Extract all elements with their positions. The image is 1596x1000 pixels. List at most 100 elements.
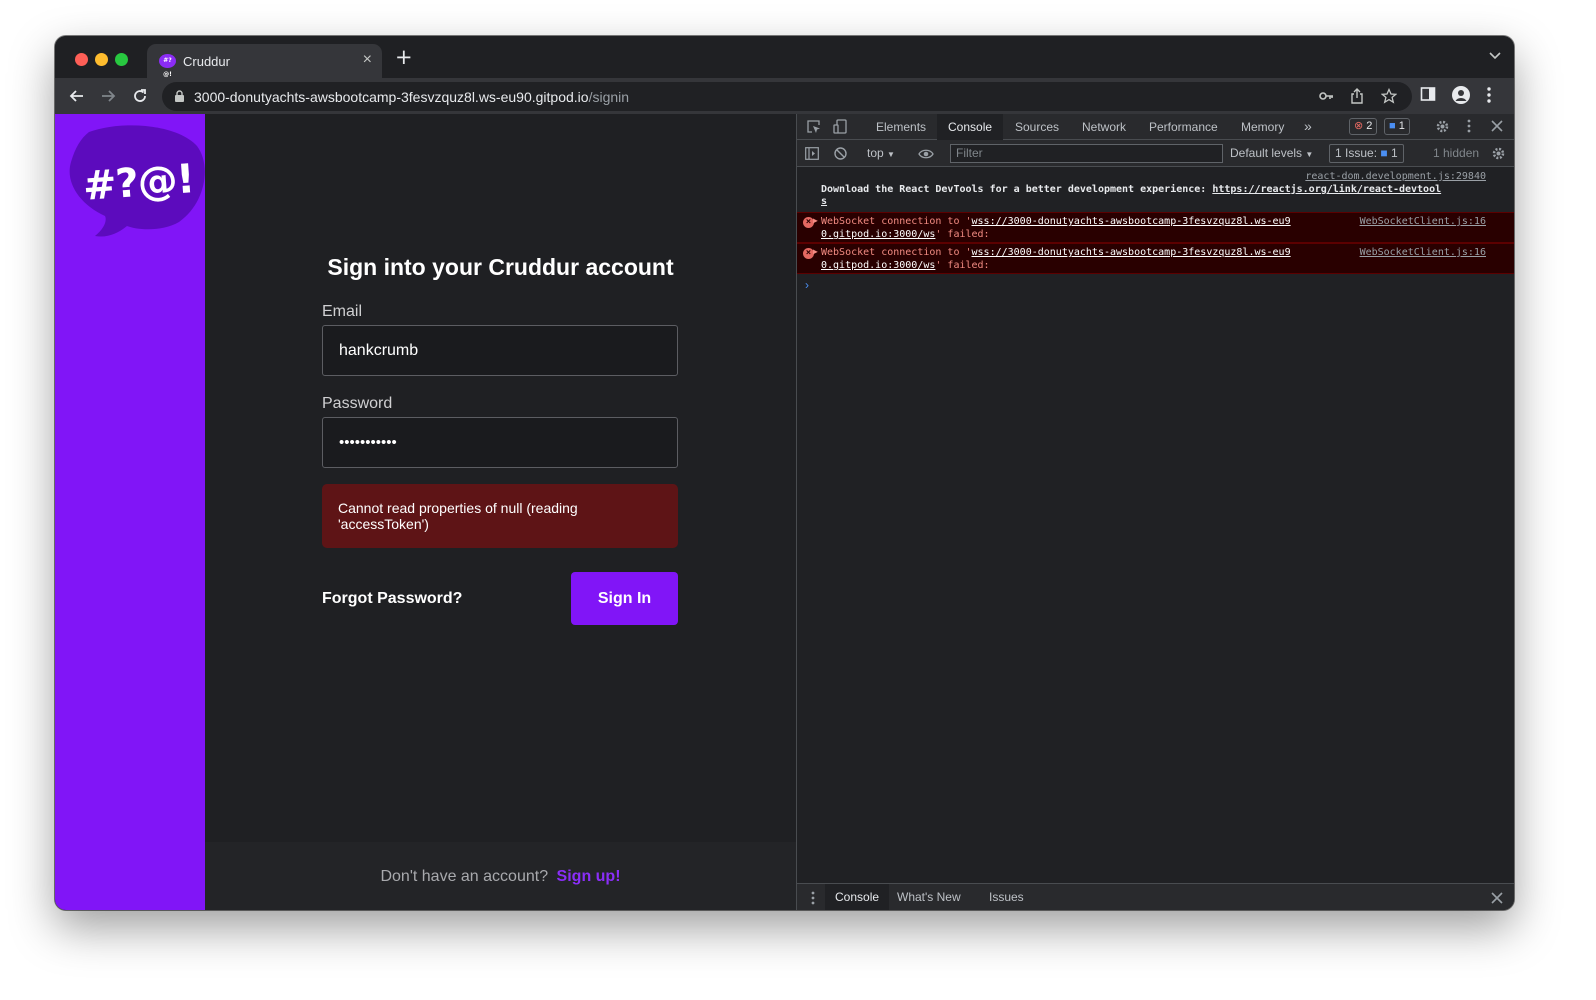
react-devtools-link[interactable]: https://reactjs.org/link/react-devtool: [1212, 184, 1441, 195]
maximize-window-button[interactable]: [115, 53, 128, 66]
console-error-message[interactable]: × ▶ WebSocket connection to 'wss://3000-…: [797, 212, 1514, 243]
cruddur-logo[interactable]: #?@!: [67, 124, 205, 242]
close-drawer-icon[interactable]: [1491, 891, 1503, 909]
log-levels-dropdown[interactable]: Default levels ▼: [1230, 146, 1313, 160]
error-text-line2: 0.gitpod.io:3000/ws' failed:: [821, 229, 990, 240]
browser-menu-icon[interactable]: [1486, 86, 1492, 109]
url-host: 3000-donutyachts-awsbootcamp-3fesvzquz8l…: [194, 89, 589, 105]
signup-link[interactable]: Sign up!: [557, 868, 621, 885]
signin-heading: Sign into your Cruddur account: [327, 254, 674, 280]
error-text-line1: WebSocket connection to 'wss://3000-donu…: [821, 216, 1291, 227]
console-settings-icon[interactable]: [1491, 146, 1506, 166]
reload-icon[interactable]: [130, 86, 150, 106]
lock-icon[interactable]: [174, 90, 185, 108]
devtools-panel: Elements Console Sources Network Perform…: [796, 114, 1514, 910]
favicon-icon: #?@!: [159, 54, 176, 78]
forgot-password-link[interactable]: Forgot Password?: [322, 590, 462, 608]
email-field[interactable]: hankcrumb: [322, 325, 678, 376]
brand-sidebar: #?@!: [55, 114, 205, 910]
ws-url-link[interactable]: wss://3000-donutyachts-awsbootcamp-3fesv…: [972, 216, 1291, 227]
key-icon[interactable]: [1318, 88, 1334, 109]
tab-sources[interactable]: Sources: [1015, 120, 1059, 134]
tab-console[interactable]: Console: [937, 114, 1004, 140]
close-tab-icon[interactable]: ×: [363, 51, 372, 69]
console-error-message[interactable]: × ▶ WebSocket connection to 'wss://3000-…: [797, 243, 1514, 274]
console-filter-input[interactable]: Filter: [950, 144, 1223, 163]
live-expression-eye-icon[interactable]: [918, 147, 934, 165]
ws-url-link[interactable]: wss://3000-donutyachts-awsbootcamp-3fesv…: [972, 247, 1291, 258]
signup-footer: Don't have an account? Sign up!: [205, 842, 796, 910]
error-source-link[interactable]: WebSocketClient.js:16: [1360, 216, 1486, 227]
info-text-line: Download the React DevTools for a better…: [821, 184, 1441, 195]
react-devtools-link-tail[interactable]: s: [821, 196, 827, 207]
web-page: #?@! Sign into your Cruddur account Emai…: [55, 114, 796, 910]
drawer-menu-icon[interactable]: [811, 891, 815, 910]
error-suffix: ' failed:: [935, 229, 990, 240]
address-bar[interactable]: 3000-donutyachts-awsbootcamp-3fesvzquz8l…: [162, 82, 1412, 111]
message-count: 1: [1398, 120, 1405, 132]
browser-toolbar: 3000-donutyachts-awsbootcamp-3fesvzquz8l…: [55, 78, 1514, 114]
settings-gear-icon[interactable]: [1435, 119, 1450, 139]
clear-console-icon[interactable]: [834, 147, 847, 165]
error-count-badge[interactable]: ⊗ 2: [1349, 118, 1378, 135]
minimize-window-button[interactable]: [95, 53, 108, 66]
inspect-element-icon[interactable]: [806, 119, 821, 139]
issues-count: 1: [1390, 146, 1398, 160]
error-message: Cannot read properties of null (reading …: [322, 484, 678, 548]
error-prefix: WebSocket connection to ': [821, 216, 972, 227]
share-icon[interactable]: [1349, 88, 1365, 109]
back-icon[interactable]: [67, 86, 87, 106]
error-source-link[interactable]: WebSocketClient.js:16: [1360, 247, 1486, 258]
console-toolbar: top ▼ Filter Default levels ▼ 1 Issue: ■…: [797, 140, 1514, 167]
ws-url-link-tail[interactable]: 0.gitpod.io:3000/ws: [821, 260, 935, 271]
tab-search-icon[interactable]: [1488, 48, 1502, 67]
devtools-drawer: Console What's New Issues: [797, 883, 1514, 910]
tab-memory[interactable]: Memory: [1241, 120, 1284, 134]
console-prompt-icon[interactable]: ›: [805, 278, 809, 292]
bookmark-star-icon[interactable]: [1380, 87, 1398, 109]
tab-elements[interactable]: Elements: [876, 120, 926, 134]
context-dropdown-icon: ▼: [887, 150, 895, 159]
context-selector[interactable]: top ▼: [867, 146, 895, 160]
error-prefix: WebSocket connection to ': [821, 247, 972, 258]
new-tab-icon[interactable]: +: [395, 47, 413, 68]
close-devtools-icon[interactable]: [1491, 119, 1503, 137]
more-tabs-icon[interactable]: »: [1304, 118, 1312, 134]
message-count-badge[interactable]: ■ 1: [1384, 118, 1410, 135]
issues-button[interactable]: 1 Issue: ■ 1: [1329, 144, 1404, 163]
email-label: Email: [322, 303, 363, 320]
issues-icon: ■: [1380, 146, 1388, 160]
info-source-link[interactable]: react-dom.development.js:29840: [1305, 171, 1486, 182]
drawer-tab-console[interactable]: Console: [825, 884, 890, 910]
tab-title: Cruddur: [183, 54, 230, 69]
password-field[interactable]: •••••••••••: [322, 417, 678, 468]
url-path: /signin: [588, 89, 630, 105]
close-window-button[interactable]: [75, 53, 88, 66]
context-label: top: [867, 146, 884, 160]
sidebar-toggle-icon[interactable]: [805, 147, 819, 165]
drawer-tab-issues[interactable]: Issues: [989, 890, 1024, 904]
devtools-menu-icon[interactable]: [1467, 119, 1471, 138]
issues-label: 1 Issue:: [1335, 146, 1378, 160]
profile-avatar-icon[interactable]: [1452, 86, 1470, 109]
console-info-message: react-dom.development.js:29840 Download …: [797, 170, 1514, 208]
device-toolbar-icon[interactable]: [833, 119, 848, 139]
tab-network[interactable]: Network: [1082, 120, 1126, 134]
browser-tab[interactable]: #?@! Cruddur ×: [147, 44, 382, 79]
message-badge-icon: ■: [1389, 120, 1396, 132]
side-panel-icon[interactable]: [1420, 86, 1436, 107]
expand-arrow-icon[interactable]: ▶: [813, 216, 818, 225]
expand-arrow-icon[interactable]: ▶: [813, 247, 818, 256]
drawer-tab-whats-new[interactable]: What's New: [897, 890, 961, 904]
tab-performance[interactable]: Performance: [1149, 120, 1218, 134]
forward-icon[interactable]: [98, 86, 118, 106]
hidden-count: 1 hidden: [1433, 146, 1480, 160]
info-text: Download the React DevTools for a better…: [821, 184, 1213, 195]
browser-window: #?@! Cruddur × + 3000-donutyachts-awsboo…: [55, 36, 1514, 910]
levels-dropdown-icon: ▼: [1305, 150, 1314, 159]
ws-url-link-tail[interactable]: 0.gitpod.io:3000/ws: [821, 229, 935, 240]
password-label: Password: [322, 395, 393, 412]
signin-button[interactable]: Sign In: [571, 572, 678, 625]
error-text-line2: 0.gitpod.io:3000/ws' failed:: [821, 260, 990, 271]
log-levels-label: Default levels: [1230, 146, 1303, 160]
